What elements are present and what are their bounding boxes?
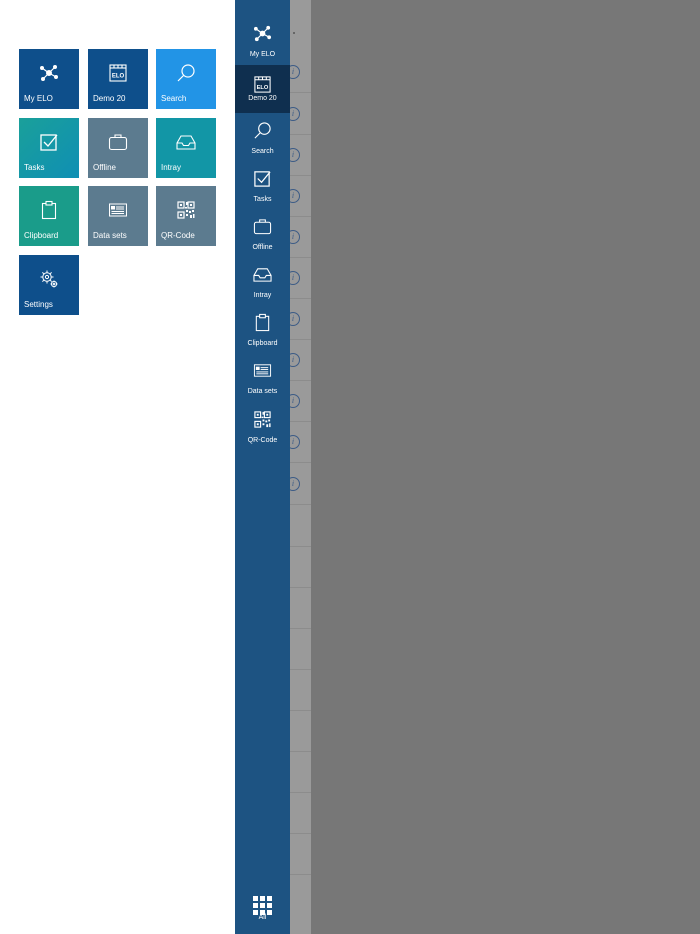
all-apps-button[interactable]: All — [235, 894, 290, 930]
tile-intray[interactable]: Intray — [156, 118, 216, 178]
tile-label: Search — [161, 94, 187, 103]
clipboard-icon — [253, 313, 272, 332]
rail-item-offline[interactable]: Offline — [235, 211, 290, 259]
rail-item-demo-20[interactable]: ELO Demo 20 — [235, 65, 290, 113]
inbox-icon — [176, 132, 196, 152]
tile-data-sets[interactable]: Data sets — [88, 186, 148, 246]
list-item: i — [290, 298, 311, 340]
grid-icon — [253, 896, 272, 915]
navigation-rail: My ELO ELO Demo 20 Search Tasks Offline … — [235, 0, 290, 934]
rail-item-data-sets[interactable]: Data sets — [235, 355, 290, 403]
tile-label: Clipboard — [24, 231, 59, 240]
rail-item-label: Data sets — [247, 388, 278, 395]
qr-code-icon — [176, 200, 196, 220]
rail-item-label: Demo 20 — [248, 95, 277, 102]
list-item: i — [290, 216, 311, 258]
list-item: i — [290, 175, 311, 217]
tile-label: My ELO — [24, 94, 53, 103]
info-icon: i — [290, 271, 300, 285]
search-icon — [253, 121, 272, 140]
qr-code-icon — [253, 410, 272, 429]
info-icon: i — [290, 312, 300, 326]
rail-item-my-elo[interactable]: My ELO — [235, 18, 290, 66]
tile-label: Intray — [161, 163, 182, 172]
list-item: i — [290, 257, 311, 299]
info-icon: i — [290, 107, 300, 121]
list-item: i — [290, 93, 311, 135]
list-item: i — [290, 51, 311, 93]
all-apps-label: All — [258, 914, 267, 921]
elo-archive-icon: ELO — [253, 75, 272, 94]
info-icon: i — [290, 353, 300, 367]
rail-item-search[interactable]: Search — [235, 115, 290, 163]
list-item — [290, 751, 311, 793]
svg-text:ELO: ELO — [257, 85, 269, 91]
list-item — [290, 587, 311, 629]
clipboard-icon — [39, 200, 59, 220]
list-item — [290, 546, 311, 588]
info-icon: i — [290, 477, 300, 491]
info-icon: i — [290, 189, 300, 203]
list-item — [290, 628, 311, 670]
tile-label: Tasks — [24, 163, 45, 172]
network-icon — [39, 63, 59, 83]
rail-item-label: QR-Code — [247, 437, 278, 444]
info-icon: i — [290, 435, 300, 449]
tile-label: Offline — [93, 163, 116, 172]
settings-gear-icon — [39, 269, 59, 289]
tile-label: Data sets — [93, 231, 127, 240]
divider — [293, 32, 295, 34]
rail-item-label: Tasks — [253, 196, 272, 203]
tile-label: Settings — [24, 300, 53, 309]
svg-text:ELO: ELO — [112, 74, 125, 80]
background-list: i i i i i i i i i i i — [290, 0, 311, 934]
rail-item-tasks[interactable]: Tasks — [235, 163, 290, 211]
tile-demo-20[interactable]: ELO Demo 20 — [88, 49, 148, 109]
tile-search[interactable]: Search — [156, 49, 216, 109]
list-item — [290, 710, 311, 752]
rail-item-label: Search — [251, 148, 274, 155]
rail-item-intray[interactable]: Intray — [235, 259, 290, 307]
network-icon — [253, 24, 272, 43]
briefcase-icon — [108, 132, 128, 152]
info-icon: i — [290, 230, 300, 244]
rail-item-label: Offline — [252, 244, 273, 251]
rail-item-clipboard[interactable]: Clipboard — [235, 307, 290, 355]
data-sets-icon — [108, 200, 128, 220]
list-item: i — [290, 463, 311, 505]
search-icon — [176, 63, 196, 83]
tile-panel: My ELO ELO Demo 20 Search Tasks Offline … — [0, 0, 235, 934]
inbox-icon — [253, 265, 272, 284]
list-item: i — [290, 380, 311, 422]
tile-label: Demo 20 — [93, 94, 126, 103]
info-icon: i — [290, 394, 300, 408]
list-item: i — [290, 339, 311, 381]
briefcase-icon — [253, 217, 272, 236]
rail-item-label: My ELO — [249, 51, 276, 58]
checkbox-icon — [253, 169, 272, 188]
tile-label: QR-Code — [161, 231, 195, 240]
data-sets-icon — [253, 361, 272, 380]
rail-item-qr-code[interactable]: QR-Code — [235, 404, 290, 452]
list-item — [290, 833, 311, 875]
tile-tasks[interactable]: Tasks — [19, 118, 79, 178]
elo-archive-icon: ELO — [108, 63, 128, 83]
list-item — [290, 792, 311, 834]
rail-item-label: Intray — [253, 292, 272, 299]
info-icon: i — [290, 65, 300, 79]
rail-item-label: Clipboard — [247, 340, 278, 347]
list-item: i — [290, 134, 311, 176]
tile-offline[interactable]: Offline — [88, 118, 148, 178]
checkbox-icon — [39, 132, 59, 152]
list-item — [290, 505, 311, 547]
tile-my-elo[interactable]: My ELO — [19, 49, 79, 109]
info-icon: i — [290, 148, 300, 162]
tile-settings[interactable]: Settings — [19, 255, 79, 315]
tile-clipboard[interactable]: Clipboard — [19, 186, 79, 246]
list-item: i — [290, 421, 311, 463]
list-item — [290, 669, 311, 711]
tile-qr-code[interactable]: QR-Code — [156, 186, 216, 246]
